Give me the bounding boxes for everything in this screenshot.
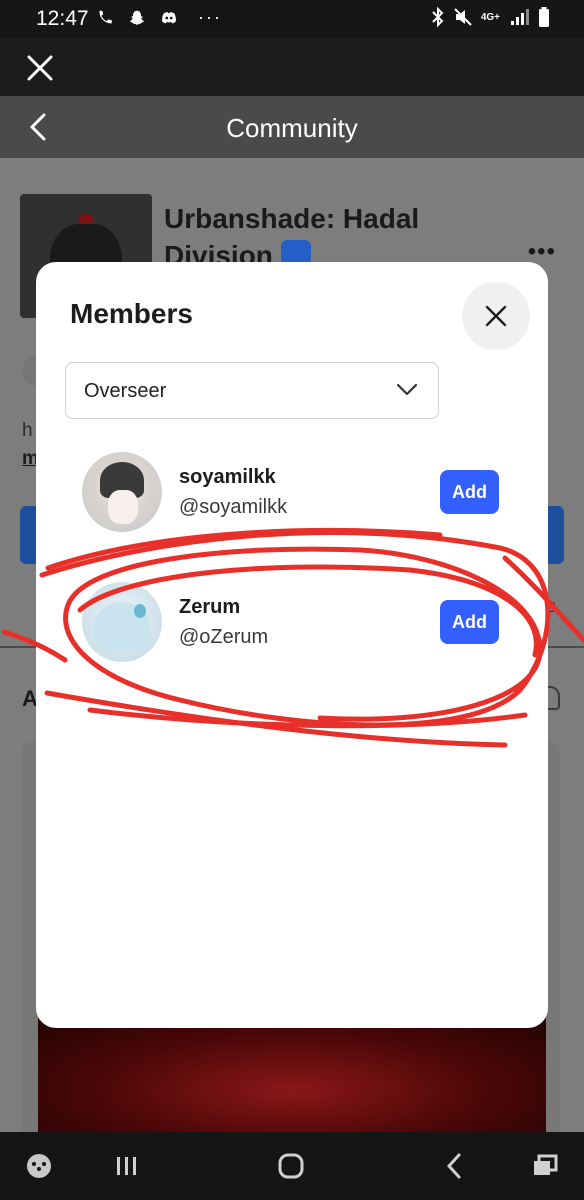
discord-icon [162,11,176,23]
network-type: 4G+ [480,11,500,23]
back-icon[interactable] [438,1150,472,1182]
status-bar: 12:47 ··· 4G+ [0,0,584,38]
avatar[interactable] [82,452,162,532]
background-tab-s: s [547,596,556,616]
modal-title: Members [70,298,193,329]
bluetooth-icon [432,7,444,27]
member-row: Zerum @oZerum Add [36,582,548,662]
community-name-line-1: Urbanshade: Hadal [164,203,420,234]
member-row: soyamilkk @soyamilkk Add [36,452,548,532]
add-member-button[interactable]: Add [440,470,499,514]
member-name[interactable]: Zerum [179,596,240,619]
more-notifications: ··· [198,7,222,27]
close-bar [0,38,584,96]
modal-close-button[interactable] [462,282,530,350]
member-handle: @soyamilkk [179,496,288,518]
system-nav-bar [0,1132,584,1200]
add-member-button[interactable]: Add [440,600,499,644]
community-header: Community [0,96,584,158]
battery-icon [539,7,549,27]
chevron-down-icon [396,383,418,396]
page-title: Community [226,113,358,143]
status-time: 12:47 [36,7,89,30]
member-handle: @oZerum [179,626,269,648]
logo-eye [78,214,94,224]
role-dropdown[interactable]: Overseer [65,362,439,419]
close-icon [485,305,507,327]
phone-icon [99,10,112,23]
mute-icon [454,8,472,26]
status-left-icons: ··· [96,7,222,28]
recent-apps-icon[interactable] [110,1150,144,1182]
role-dropdown-value: Overseer [84,380,167,402]
signal-icon [511,9,529,25]
home-icon[interactable] [274,1150,308,1182]
game-launcher-icon[interactable] [22,1150,56,1182]
background-game-image [38,1018,546,1132]
background-text-h: h [22,420,33,441]
members-modal: Members Overseer soyamilkk @soyamilkk Ad… [36,262,548,1028]
avatar-accent [134,604,146,618]
avatar-face [108,490,138,524]
multi-window-icon[interactable] [528,1150,562,1182]
close-icon[interactable] [26,54,54,82]
status-right-icons: 4G+ [431,6,550,28]
background-button-right [546,506,564,564]
member-name[interactable]: soyamilkk [179,466,276,489]
snapchat-icon [129,10,145,25]
avatar[interactable] [82,582,162,662]
